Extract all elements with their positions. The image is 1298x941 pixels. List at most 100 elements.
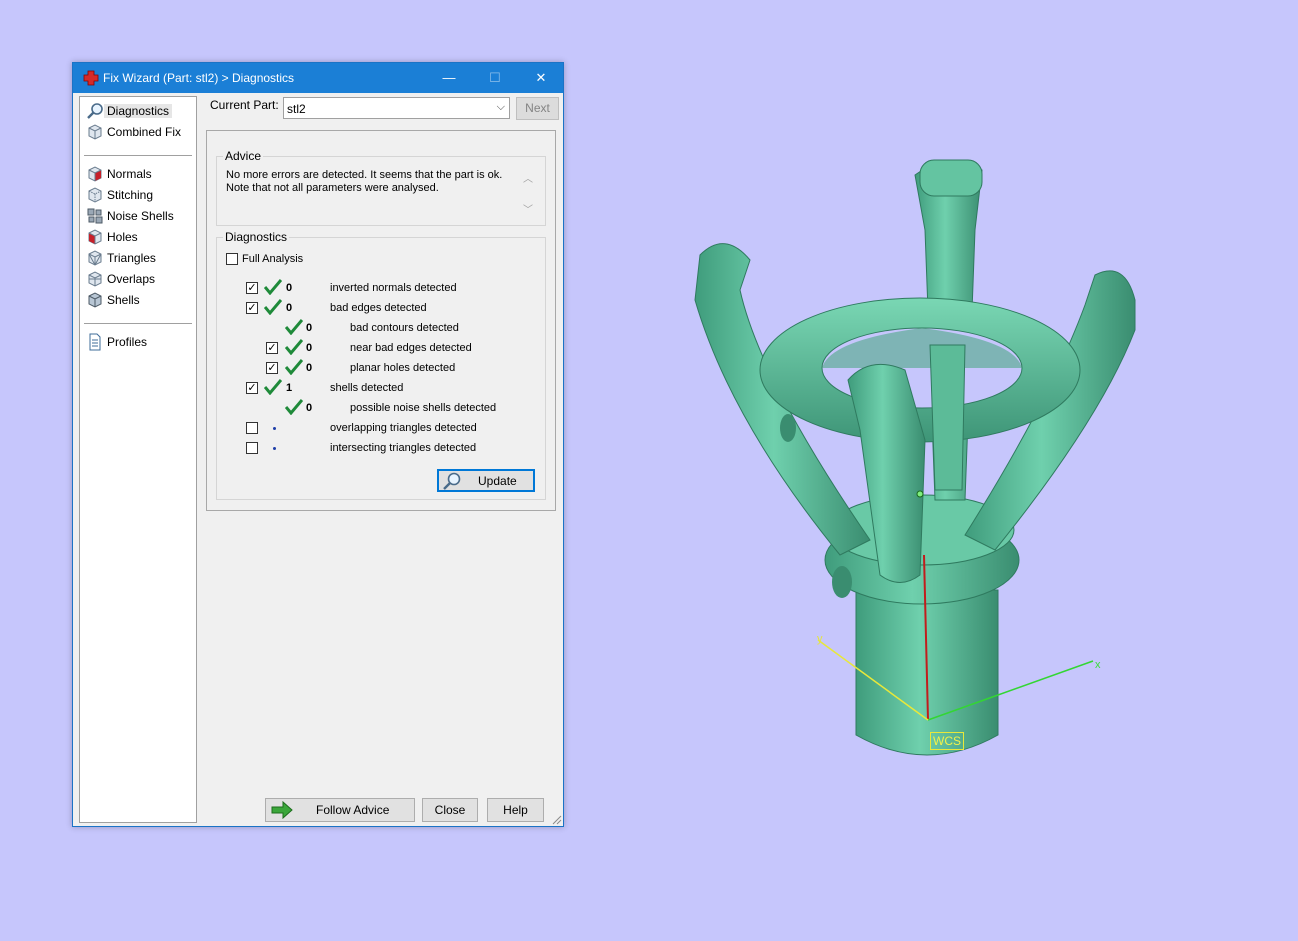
window-title: Fix Wizard (Part: stl2) > Diagnostics [103,71,295,85]
diagnostics-panel: Advice No more errors are detected. It s… [206,130,556,511]
chevron-down-icon: ⌵ [496,101,505,113]
wcs-label: WCS [930,732,964,750]
nav-item-triangles[interactable]: Triangles [84,248,192,268]
fix-wizard-window: Fix Wizard (Part: stl2) > Diagnostics — … [72,62,564,827]
bad-edges-checkbox[interactable]: ✓ [246,302,258,314]
nav-label: Diagnostics [104,104,173,118]
minimize-button[interactable]: — [426,63,472,93]
scroll-up-icon[interactable]: ︿ [523,170,533,185]
not-analysed-dot-icon [273,427,276,430]
noise-shells-label: possible noise shells detected [350,402,497,414]
advice-group: Advice No more errors are detected. It s… [216,149,546,226]
bad-contours-count: 0 [306,322,313,334]
follow-advice-button[interactable]: Follow Advice [265,798,415,822]
inverted-normals-count: 0 [286,282,293,294]
model-viewport[interactable] [600,130,1200,810]
current-part-label: Current Part: [210,98,279,112]
nav-label: Stitching [107,188,154,202]
nav-label: Holes [107,230,138,244]
diagnostics-legend: Diagnostics [223,230,290,244]
nav-item-shells[interactable]: Shells [84,290,192,310]
document-icon [89,333,101,351]
triangles-cube-icon [88,250,102,266]
bad-contours-label: bad contours detected [350,322,459,334]
overlaps-cube-icon [88,271,102,287]
magnifier-icon [87,103,103,119]
app-cross-icon [83,70,99,86]
y-axis-label: y [817,633,823,645]
nav-item-diagnostics[interactable]: Diagnostics [84,101,192,121]
nav-divider [84,323,192,324]
bad-edges-count: 0 [286,302,293,314]
noise-shells-icon [87,208,103,224]
stl-part-model [694,159,1136,756]
shells-label: shells detected [330,382,404,394]
checkmark-icon [264,279,282,295]
checkmark-icon [285,339,303,355]
nav-item-normals[interactable]: Normals [84,164,192,184]
title-bar[interactable]: Fix Wizard (Part: stl2) > Diagnostics — … [73,63,563,93]
intersecting-triangles-label: intersecting triangles detected [330,442,477,454]
full-analysis-checkbox[interactable] [226,253,238,265]
bad-edges-label: bad edges detected [330,302,427,314]
planar-holes-checkbox[interactable]: ✓ [266,362,278,374]
nav-item-stitching[interactable]: Stitching [84,185,192,205]
planar-holes-count: 0 [306,362,313,374]
scroll-down-icon[interactable]: ﹀ [523,201,533,216]
advice-text: No more errors are detected. It seems th… [226,169,532,217]
advice-line-1: No more errors are detected. It seems th… [226,169,503,181]
update-button[interactable]: Update [437,469,535,492]
update-label: Update [478,474,517,488]
nav-label: Profiles [107,335,148,349]
nav-divider [84,155,192,156]
nav-label: Combined Fix [107,125,182,139]
checkmark-icon [285,319,303,335]
not-analysed-dot-icon [273,447,276,450]
magnifier-icon [443,472,461,490]
nav-label: Noise Shells [107,209,174,223]
nav-item-profiles[interactable]: Profiles [84,332,192,352]
help-button[interactable]: Help [487,798,544,822]
diagnostics-group: Diagnostics Full Analysis ✓ 0 inverted n… [216,230,546,500]
near-bad-edges-checkbox[interactable]: ✓ [266,342,278,354]
nav-item-combined-fix[interactable]: Combined Fix [84,122,192,142]
nav-label: Overlaps [107,272,156,286]
arrow-right-icon [271,801,293,819]
full-analysis-label: Full Analysis [242,253,304,265]
close-window-button[interactable]: ✕ [518,63,564,93]
nav-item-overlaps[interactable]: Overlaps [84,269,192,289]
maximize-button[interactable]: ☐ [472,63,518,93]
wizard-nav: Diagnostics Combined Fix Normals Stitchi… [79,96,197,823]
shells-count: 1 [286,382,293,394]
advice-legend: Advice [223,149,264,163]
nav-label: Normals [107,167,152,181]
nav-item-holes[interactable]: Holes [84,227,192,247]
stitching-cube-icon [88,187,102,203]
checkmark-icon [264,379,282,395]
advice-scrollbar[interactable]: ︿ ﹀ [521,170,537,216]
resize-grip-icon[interactable] [550,813,562,825]
cube-icon [88,124,102,140]
intersecting-triangles-checkbox[interactable] [246,442,258,454]
next-button[interactable]: Next [516,97,559,120]
advice-line-2: Note that not all parameters were analys… [226,182,439,194]
near-bad-edges-label: near bad edges detected [350,342,472,354]
shells-checkbox[interactable]: ✓ [246,382,258,394]
nav-label: Shells [107,293,140,307]
nav-label: Triangles [107,251,156,265]
nav-item-noise-shells[interactable]: Noise Shells [84,206,192,226]
checkmark-icon [285,359,303,375]
near-bad-edges-count: 0 [306,342,313,354]
checkmark-icon [264,299,282,315]
inverted-normals-label: inverted normals detected [330,282,457,294]
noise-shells-count: 0 [306,402,313,414]
shells-cube-icon [88,292,102,308]
overlapping-triangles-checkbox[interactable] [246,422,258,434]
normals-cube-icon [88,166,102,182]
current-part-value: stl2 [287,102,306,116]
holes-cube-icon [88,229,102,245]
current-part-select[interactable]: stl2 ⌵ [283,97,510,119]
inverted-normals-checkbox[interactable]: ✓ [246,282,258,294]
checkmark-icon [285,399,303,415]
close-button[interactable]: Close [422,798,478,822]
